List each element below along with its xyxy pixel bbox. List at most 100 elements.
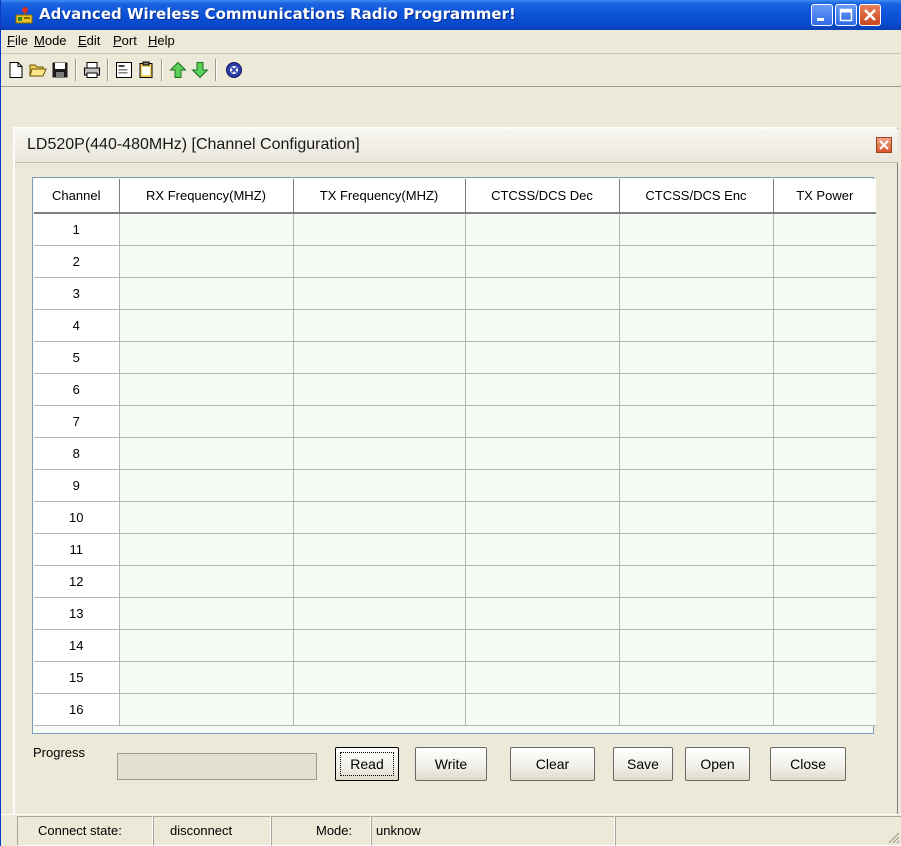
ctcss-dcs-dec-cell[interactable] [465, 661, 620, 694]
menu-edit[interactable]: Edit [78, 33, 100, 48]
table-row[interactable]: 3 [34, 277, 876, 310]
ctcss-dcs-enc-cell[interactable] [619, 341, 774, 374]
download-button[interactable] [189, 58, 211, 82]
table-row[interactable]: 13 [34, 597, 876, 630]
tx-frequency-cell[interactable] [293, 629, 466, 662]
rx-frequency-cell[interactable] [119, 661, 294, 694]
rx-frequency-cell[interactable] [119, 629, 294, 662]
title-bar[interactable]: Advanced Wireless Communications Radio P… [1, 0, 901, 30]
ctcss-dcs-dec-cell[interactable] [465, 693, 620, 726]
table-row[interactable]: 10 [34, 501, 876, 534]
tx-power-cell[interactable] [773, 309, 876, 342]
rx-frequency-cell[interactable] [119, 437, 294, 470]
open-button[interactable]: Open [685, 747, 750, 781]
tx-power-cell[interactable] [773, 469, 876, 502]
rx-frequency-cell[interactable] [119, 533, 294, 566]
ctcss-dcs-enc-cell[interactable] [619, 437, 774, 470]
rx-frequency-cell[interactable] [119, 213, 294, 246]
tx-power-cell[interactable] [773, 565, 876, 598]
print-button[interactable] [81, 58, 103, 82]
read-button[interactable]: Read [335, 747, 399, 781]
ctcss-dcs-dec-cell[interactable] [465, 437, 620, 470]
tx-frequency-cell[interactable] [293, 501, 466, 534]
ctcss-dcs-enc-cell[interactable] [619, 405, 774, 438]
rx-frequency-cell[interactable] [119, 245, 294, 278]
ctcss-dcs-enc-cell[interactable] [619, 533, 774, 566]
clipboard-button[interactable] [135, 58, 157, 82]
ctcss-dcs-dec-cell[interactable] [465, 405, 620, 438]
ctcss-dcs-dec-cell[interactable] [465, 309, 620, 342]
ctcss-dcs-dec-cell[interactable] [465, 533, 620, 566]
tx-power-cell[interactable] [773, 693, 876, 726]
close-window-button[interactable] [859, 4, 881, 26]
tx-frequency-cell[interactable] [293, 661, 466, 694]
upload-button[interactable] [167, 58, 189, 82]
tx-frequency-cell[interactable] [293, 469, 466, 502]
tx-power-cell[interactable] [773, 245, 876, 278]
rx-frequency-cell[interactable] [119, 597, 294, 630]
tx-power-cell[interactable] [773, 341, 876, 374]
tx-frequency-cell[interactable] [293, 565, 466, 598]
table-row[interactable]: 14 [34, 629, 876, 662]
rx-frequency-cell[interactable] [119, 341, 294, 374]
column-header-ctcss-dcs-dec[interactable]: CTCSS/DCS Dec [465, 179, 620, 214]
ctcss-dcs-enc-cell[interactable] [619, 565, 774, 598]
ctcss-dcs-dec-cell[interactable] [465, 501, 620, 534]
ctcss-dcs-dec-cell[interactable] [465, 629, 620, 662]
tx-frequency-cell[interactable] [293, 533, 466, 566]
rx-frequency-cell[interactable] [119, 373, 294, 406]
rx-frequency-cell[interactable] [119, 693, 294, 726]
ctcss-dcs-enc-cell[interactable] [619, 597, 774, 630]
close-button[interactable]: Close [770, 747, 846, 781]
table-row[interactable]: 4 [34, 309, 876, 342]
column-header-rx-frequency[interactable]: RX Frequency(MHZ) [119, 179, 294, 214]
ctcss-dcs-dec-cell[interactable] [465, 469, 620, 502]
child-title-bar[interactable]: LD520P(440-480MHz) [Channel Configuratio… [15, 129, 898, 163]
table-row[interactable]: 9 [34, 469, 876, 502]
table-row[interactable]: 5 [34, 341, 876, 374]
ctcss-dcs-enc-cell[interactable] [619, 373, 774, 406]
ctcss-dcs-enc-cell[interactable] [619, 245, 774, 278]
table-row[interactable]: 11 [34, 533, 876, 566]
save-file-button[interactable] [49, 58, 71, 82]
tx-power-cell[interactable] [773, 533, 876, 566]
tx-power-cell[interactable] [773, 629, 876, 662]
tx-power-cell[interactable] [773, 437, 876, 470]
rx-frequency-cell[interactable] [119, 469, 294, 502]
maximize-button[interactable] [835, 4, 857, 26]
minimize-button[interactable] [811, 4, 833, 26]
properties-button[interactable] [113, 58, 135, 82]
tx-frequency-cell[interactable] [293, 245, 466, 278]
ctcss-dcs-enc-cell[interactable] [619, 277, 774, 310]
tx-power-cell[interactable] [773, 213, 876, 246]
tx-frequency-cell[interactable] [293, 213, 466, 246]
menu-help[interactable]: Help [148, 33, 175, 48]
table-row[interactable]: 8 [34, 437, 876, 470]
channel-grid[interactable]: Channel RX Frequency(MHZ) TX Frequency(M… [32, 177, 876, 734]
tx-frequency-cell[interactable] [293, 693, 466, 726]
ctcss-dcs-enc-cell[interactable] [619, 661, 774, 694]
rx-frequency-cell[interactable] [119, 405, 294, 438]
table-row[interactable]: 7 [34, 405, 876, 438]
tx-frequency-cell[interactable] [293, 373, 466, 406]
tx-frequency-cell[interactable] [293, 437, 466, 470]
tx-power-cell[interactable] [773, 661, 876, 694]
tx-power-cell[interactable] [773, 501, 876, 534]
ctcss-dcs-dec-cell[interactable] [465, 373, 620, 406]
table-row[interactable]: 15 [34, 661, 876, 694]
tx-power-cell[interactable] [773, 373, 876, 406]
new-file-button[interactable] [5, 58, 27, 82]
open-file-button[interactable] [27, 58, 49, 82]
column-header-tx-frequency[interactable]: TX Frequency(MHZ) [293, 179, 466, 214]
rx-frequency-cell[interactable] [119, 565, 294, 598]
tx-frequency-cell[interactable] [293, 405, 466, 438]
table-row[interactable]: 16 [34, 693, 876, 726]
tx-frequency-cell[interactable] [293, 277, 466, 310]
clear-button[interactable]: Clear [510, 747, 595, 781]
table-row[interactable]: 6 [34, 373, 876, 406]
ctcss-dcs-dec-cell[interactable] [465, 245, 620, 278]
rx-frequency-cell[interactable] [119, 277, 294, 310]
child-close-button[interactable] [876, 137, 892, 153]
write-button[interactable]: Write [415, 747, 487, 781]
table-row[interactable]: 1 [34, 213, 876, 246]
